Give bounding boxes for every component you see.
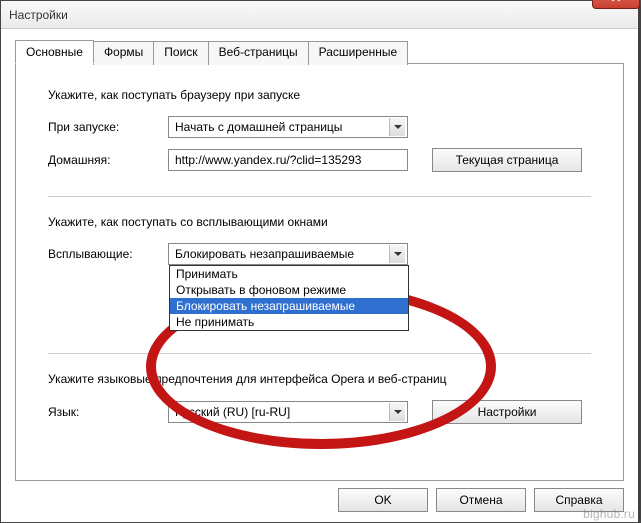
popups-option[interactable]: Принимать [170,266,408,282]
divider [48,353,591,354]
tab-main[interactable]: Основные [15,40,94,64]
button-label: Настройки [478,405,537,419]
homepage-input[interactable]: http://www.yandex.ru/?clid=135293 [168,149,408,171]
option-label: Открывать в фоновом режиме [176,283,346,297]
lang-label: Язык: [48,405,168,419]
divider [48,196,591,197]
tab-search[interactable]: Поиск [153,41,208,65]
tab-label: Основные [26,45,83,59]
button-label: Справка [555,493,602,507]
titlebar: Настройки ✕ [1,1,638,29]
option-label: Принимать [176,267,238,281]
tab-panel-main: Укажите, как поступать браузеру при запу… [15,63,624,481]
row-language: Язык: Русский (RU) [ru-RU] Настройки [48,400,591,424]
ok-button[interactable]: OK [338,488,428,512]
watermark: bighub.ru [583,507,635,521]
row-on-start: При запуске: Начать с домашней страницы [48,116,591,138]
on-start-select[interactable]: Начать с домашней страницы [168,116,408,138]
popups-label: Всплывающие: [48,247,168,261]
tab-forms[interactable]: Формы [93,41,154,65]
on-start-label: При запуске: [48,120,168,134]
lang-value: Русский (RU) [ru-RU] [175,405,290,419]
section-startup-title: Укажите, как поступать браузеру при запу… [48,88,591,102]
popups-option[interactable]: Блокировать незапрашиваемые [170,298,408,314]
section-lang-title: Укажите языковые предпочтения для интерф… [48,372,591,386]
dialog-buttons: OK Отмена Справка [338,488,624,512]
chevron-down-icon [389,403,405,421]
current-page-button[interactable]: Текущая страница [432,148,582,172]
row-popups: Всплывающие: Блокировать незапрашиваемые… [48,243,591,265]
tab-webpages[interactable]: Веб-страницы [208,41,309,65]
button-label: OK [374,493,391,507]
option-label: Блокировать незапрашиваемые [176,299,355,313]
popups-option[interactable]: Не принимать [170,314,408,330]
settings-window: Настройки ✕ Основные Формы Поиск Веб-стр… [0,0,639,523]
on-start-value: Начать с домашней страницы [175,120,342,134]
popups-dropdown-list: Принимать Открывать в фоновом режиме Бло… [169,265,409,331]
cancel-button[interactable]: Отмена [436,488,526,512]
row-homepage: Домашняя: http://www.yandex.ru/?clid=135… [48,148,591,172]
tab-label: Веб-страницы [219,45,298,59]
option-label: Не принимать [176,315,254,329]
close-icon: ✕ [611,0,622,6]
homepage-label: Домашняя: [48,153,168,167]
homepage-value: http://www.yandex.ru/?clid=135293 [175,153,361,167]
button-label: Отмена [459,493,502,507]
tab-label: Формы [104,45,143,59]
lang-select[interactable]: Русский (RU) [ru-RU] [168,401,408,423]
popups-value: Блокировать незапрашиваемые [175,247,354,261]
chevron-down-icon [389,245,405,263]
tab-label: Расширенные [319,45,398,59]
popups-option[interactable]: Открывать в фоновом режиме [170,282,408,298]
window-title: Настройки [9,8,68,22]
section-popups-title: Укажите, как поступать со всплывающими о… [48,215,591,229]
button-label: Текущая страница [456,153,559,167]
content-area: Основные Формы Поиск Веб-страницы Расшир… [1,29,638,522]
lang-settings-button[interactable]: Настройки [432,400,582,424]
tab-advanced[interactable]: Расширенные [308,41,409,65]
close-button[interactable]: ✕ [592,0,640,9]
popups-select[interactable]: Блокировать незапрашиваемые Принимать От… [168,243,408,265]
tab-label: Поиск [164,45,197,59]
tabs-bar: Основные Формы Поиск Веб-страницы Расшир… [15,39,624,63]
chevron-down-icon [389,118,405,136]
